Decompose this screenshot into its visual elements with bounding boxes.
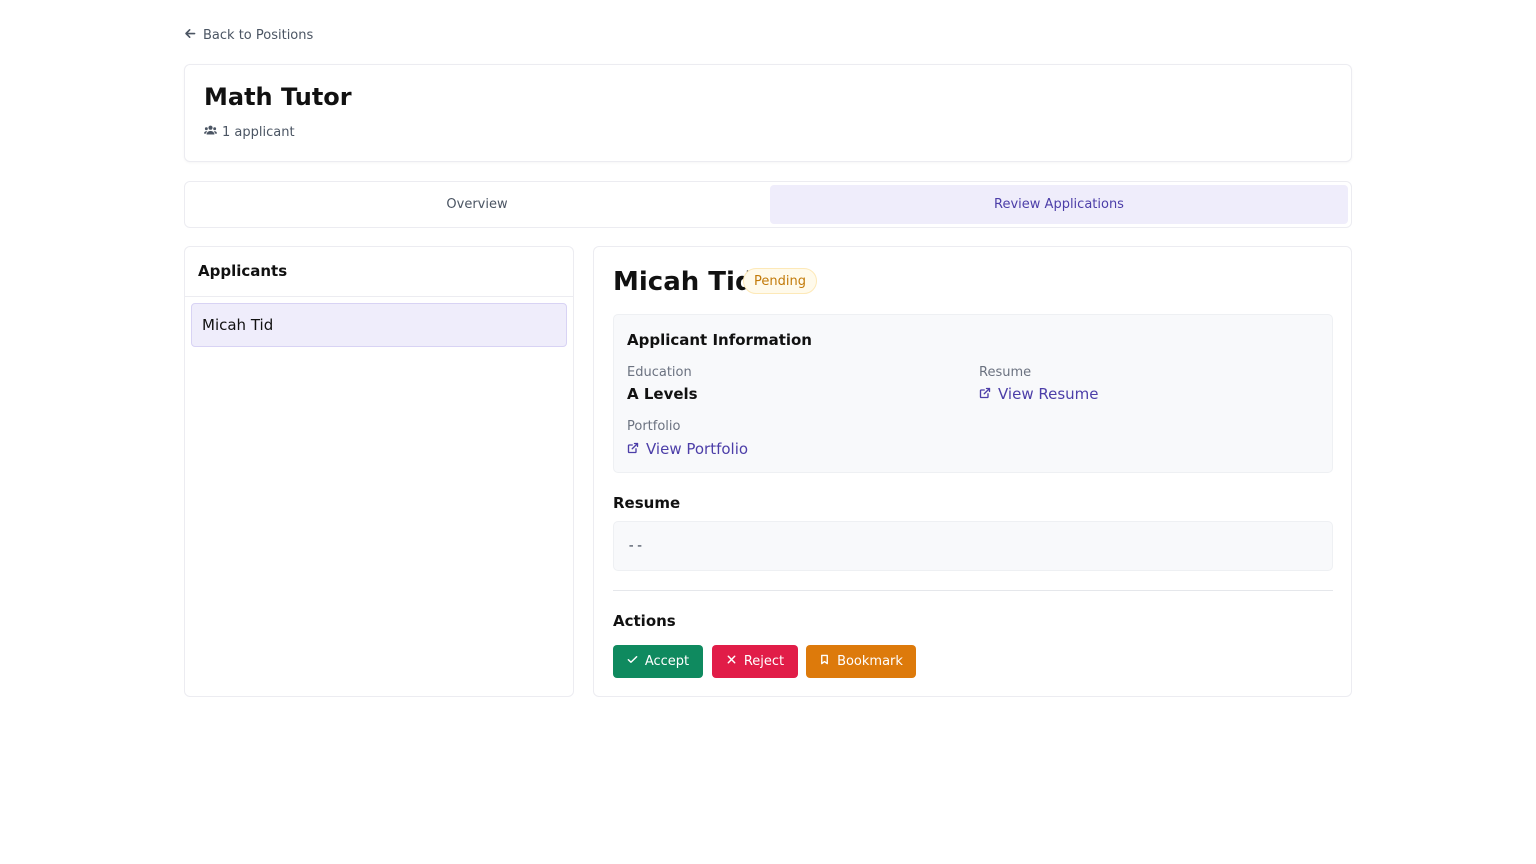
x-icon [726, 654, 737, 669]
education-label: Education [627, 365, 692, 380]
position-title: Math Tutor [204, 83, 352, 111]
applicant-info-box: Applicant Information Education A Levels… [613, 314, 1333, 473]
view-portfolio-label: View Portfolio [646, 440, 749, 458]
applicant-name: Micah Tid [613, 267, 754, 297]
bookmark-label: Bookmark [837, 654, 903, 669]
view-portfolio-link[interactable]: View Portfolio [627, 440, 748, 458]
divider [613, 590, 1333, 591]
bookmark-button[interactable]: Bookmark [806, 645, 916, 678]
actions-title: Actions [613, 612, 676, 630]
applicant-count: 1 applicant [204, 124, 295, 140]
tab-overview[interactable]: Overview [188, 185, 766, 224]
applicant-count-label: 1 applicant [222, 124, 295, 140]
check-icon [627, 654, 638, 669]
external-link-icon [627, 440, 639, 458]
external-link-icon [979, 385, 991, 403]
bookmark-icon [819, 654, 830, 669]
back-link-label: Back to Positions [203, 27, 314, 43]
position-header-card: Math Tutor 1 applicant [184, 64, 1352, 162]
users-icon [204, 124, 217, 140]
applicant-info-title: Applicant Information [627, 331, 812, 349]
reject-label: Reject [743, 654, 785, 669]
arrow-left-icon [184, 27, 197, 44]
resume-section-title: Resume [613, 494, 681, 512]
back-to-positions-link[interactable]: Back to Positions [184, 26, 313, 44]
tab-review-applications[interactable]: Review Applications [770, 185, 1348, 224]
divider [185, 296, 573, 297]
resume-content: -- [613, 521, 1333, 571]
view-resume-link[interactable]: View Resume [979, 385, 1099, 403]
applicant-list-item[interactable]: Micah Tid [191, 303, 567, 347]
applicants-panel-title: Applicants [198, 262, 288, 280]
reject-button[interactable]: Reject [712, 645, 798, 678]
resume-label: Resume [979, 365, 1032, 380]
applicant-detail-panel: Micah Tid Pending Applicant Information … [593, 246, 1352, 697]
accept-label: Accept [644, 654, 690, 669]
accept-button[interactable]: Accept [613, 645, 703, 678]
view-resume-label: View Resume [998, 385, 1099, 403]
status-badge: Pending [743, 268, 817, 294]
portfolio-label: Portfolio [627, 419, 681, 434]
education-value: A Levels [627, 385, 698, 403]
position-tabs: Overview Review Applications [184, 181, 1352, 228]
applicants-panel: Applicants Micah Tid [184, 246, 574, 697]
